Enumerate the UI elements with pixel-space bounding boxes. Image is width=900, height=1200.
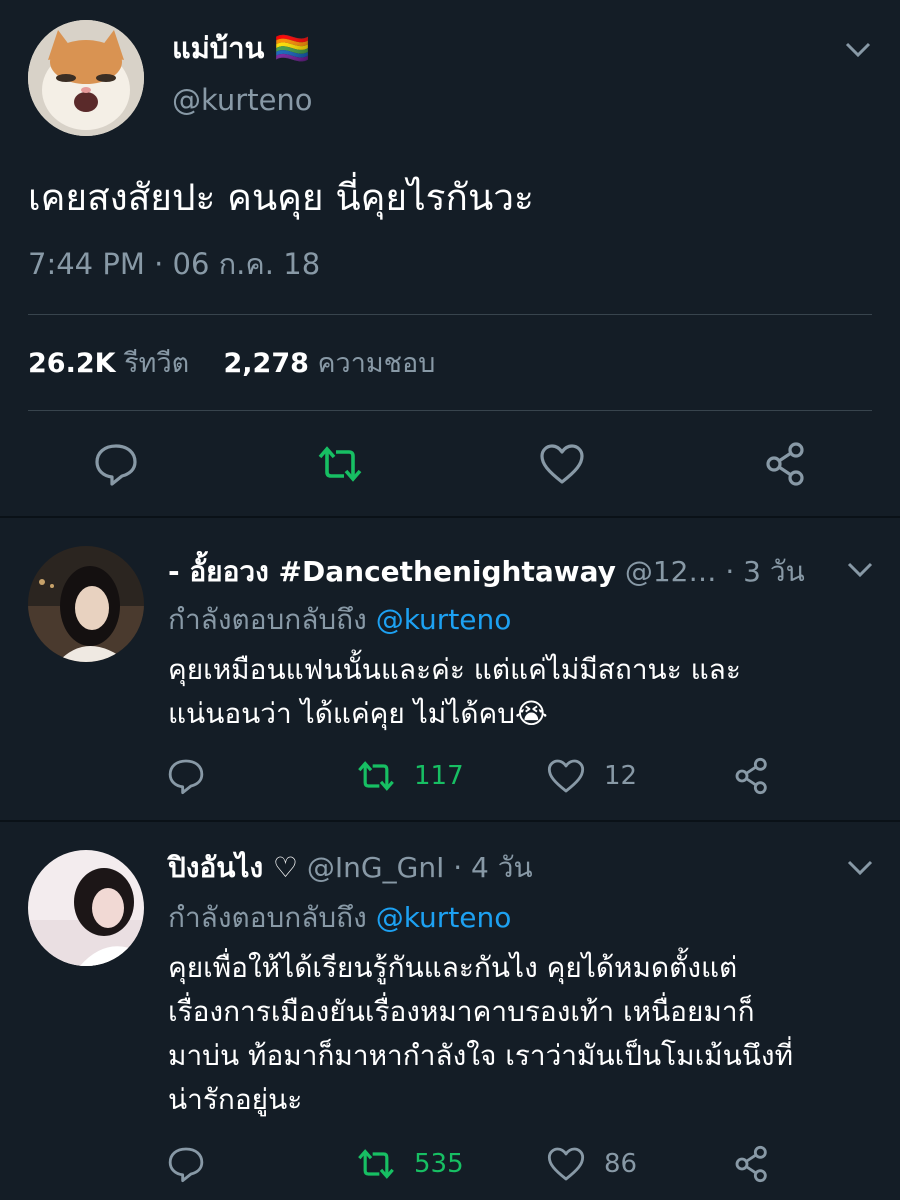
reply-text-line: แน่นอนว่า ได้แค่คุย ไม่ได้คบ😭 [168,697,548,730]
share-button[interactable] [732,1142,772,1186]
chevron-down-icon[interactable] [846,560,874,580]
tweet-detail-screen: แม่บ้าน 🏳️‍🌈 @kurteno เคยสงสัยปะ คนคุย น… [0,0,900,1200]
retweet-count: 117 [414,761,464,791]
share-button[interactable] [732,754,772,798]
reply-tweet[interactable]: ปิงอันไง ♡ @InG_GnI · 4 วัน กำลังตอบกลับ… [0,822,900,1200]
reply-text-line: คุยเพื่อให้ได้เรียนรู้กันและกันไง คุยได้… [168,951,738,984]
share-icon[interactable] [762,440,810,488]
reply-icon[interactable] [166,1144,206,1184]
reply-header: ปิงอันไง ♡ @InG_GnI · 4 วัน [168,848,533,888]
reply-tweet[interactable]: - อั้ยอวง #Dancethenightaway @12… · 3 วั… [0,518,900,818]
reply-text-line: มาบ่น ท้อมาก็มาหากำลังใจ เราว่ามันเป็นโม… [168,1039,794,1072]
divider [28,314,872,315]
reply-text-line: เรื่องการเมืองยันเรื่องหมาคาบรองเท้า เหน… [168,995,755,1028]
main-tweet: แม่บ้าน 🏳️‍🌈 @kurteno เคยสงสัยปะ คนคุย น… [0,0,900,516]
user-handle[interactable]: @12… [625,555,717,588]
reply-text: คุยเหมือนแฟนนั้นและค่ะ แต่แค่ไม่มีสถานะ … [168,648,858,736]
replying-to-link[interactable]: @kurteno [376,603,512,636]
avatar[interactable] [28,850,144,966]
like-count: 86 [604,1149,638,1179]
reply-text: คุยเพื่อให้ได้เรียนรู้กันและกันไง คุยได้… [168,946,858,1122]
display-name[interactable]: แม่บ้าน 🏳️‍🌈 [172,28,311,68]
retweet-icon[interactable] [316,440,364,488]
user-handle[interactable]: @kurteno [172,80,313,120]
retweet-count[interactable]: 26.2K [28,348,116,379]
like-count: 12 [604,761,638,791]
reply-header: - อั้ยอวง #Dancethenightaway @12… · 3 วั… [168,552,805,592]
like-count[interactable]: 2,278 [223,348,308,379]
like-icon[interactable] [538,440,586,488]
reply-icon[interactable] [92,440,140,488]
share-icon[interactable] [732,756,772,796]
user-handle[interactable]: @InG_GnI [307,851,444,884]
share-icon[interactable] [732,1144,772,1184]
reply-time: · 3 วัน [725,555,805,588]
like-label[interactable]: ความชอบ [317,348,435,379]
tweet-text: เคยสงสัยปะ คนคุย นี่คุยไรกันวะ [28,176,534,219]
reply-button[interactable] [166,1142,206,1186]
retweet-button[interactable]: 117 [356,754,464,798]
chevron-down-icon[interactable] [844,40,872,60]
replying-to-label: กำลังตอบกลับถึง [168,901,367,934]
avatar[interactable] [28,546,144,662]
reply-icon[interactable] [166,756,206,796]
avatar[interactable] [28,20,144,136]
like-icon[interactable] [546,1144,586,1184]
tweet-stats: 26.2K รีทวีต 2,278 ความชอบ [28,344,435,384]
retweet-label[interactable]: รีทวีต [124,348,189,379]
retweet-button[interactable]: 535 [356,1142,464,1186]
divider [28,410,872,411]
display-name[interactable]: ปิงอันไง ♡ [168,851,298,884]
chevron-down-icon[interactable] [846,858,874,878]
tweet-actions [0,436,900,496]
retweet-icon[interactable] [356,1144,396,1184]
replying-to: กำลังตอบกลับถึง @kurteno [168,600,511,640]
retweet-count: 535 [414,1149,464,1179]
retweet-icon[interactable] [356,756,396,796]
like-button[interactable]: 86 [546,1142,637,1186]
replying-to-link[interactable]: @kurteno [376,901,512,934]
reply-button[interactable] [166,754,206,798]
reply-text-line: น่ารักอยู่นะ [168,1083,303,1116]
replying-to-label: กำลังตอบกลับถึง [168,603,367,636]
like-button[interactable]: 12 [546,754,637,798]
replying-to: กำลังตอบกลับถึง @kurteno [168,898,511,938]
reply-text-line: คุยเหมือนแฟนนั้นและค่ะ แต่แค่ไม่มีสถานะ … [168,653,741,686]
tweet-timestamp: 7:44 PM · 06 ก.ค. 18 [28,247,321,281]
like-icon[interactable] [546,756,586,796]
display-name[interactable]: - อั้ยอวง #Dancethenightaway [168,555,616,588]
reply-time: · 4 วัน [453,851,533,884]
